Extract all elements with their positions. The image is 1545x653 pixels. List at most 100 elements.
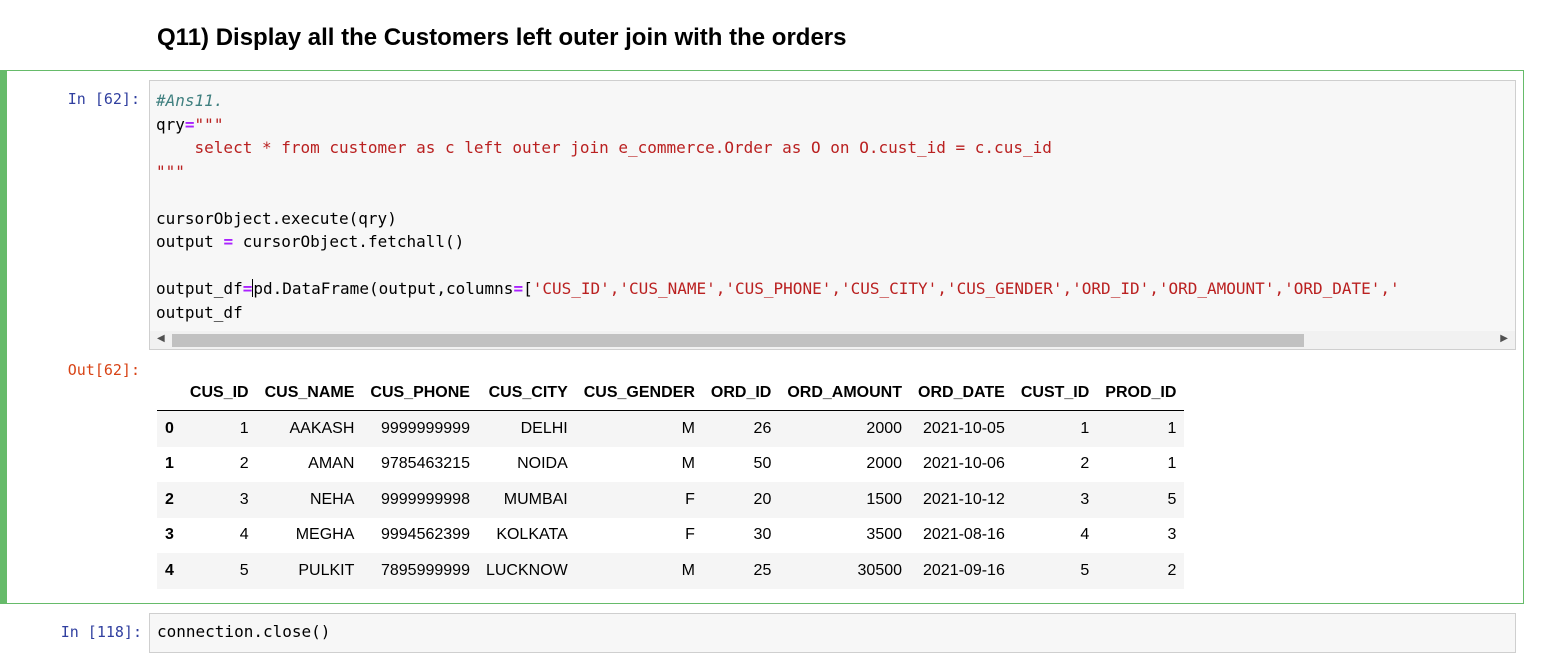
table-cell: F [685,490,695,508]
table-cell: 9785463215 [380,455,470,473]
table-cell: 1 [1167,455,1177,473]
table-cell: 50 [753,455,772,473]
table-cell: 2 [1167,561,1177,579]
column-header: CUS_NAME [256,376,363,411]
table-cell: 2 [1080,455,1090,473]
next-code-cell[interactable]: connection.close() [149,613,1516,653]
table-cell: 4 [239,526,249,544]
scroll-left-arrow-icon[interactable]: ◀ [157,333,165,344]
table-cell: 1 [1080,419,1090,437]
table-row: 2 3 NEHA 9999999998 MUMBAI F 20 1500 2021-10-12 3… [157,482,1185,518]
table-cell: M [681,455,695,473]
table-cell: 2021-10-06 [923,455,1005,473]
code-operator: = [223,232,234,251]
table-cell: 3 [239,490,249,508]
code-token: p [253,279,263,298]
table-cell: 2021-10-05 [923,419,1005,437]
table-row: 0 1 AAKASH 9999999999 DELHI M 26 2000 2021-10-05… [157,410,1185,447]
code-token: cursorObject.fetchall() [233,232,465,251]
column-header: ORD_AMOUNT [779,376,911,411]
column-header: ORD_DATE [910,376,1013,411]
horizontal-scrollbar[interactable]: ◀ ▶ [150,331,1515,349]
code-token: output [156,232,224,251]
code-line: cursorObject.execute(qry) [156,208,397,228]
scrollbar-thumb[interactable] [172,334,1304,347]
table-cell: 25 [753,561,772,579]
table-cell: AAKASH [289,419,355,437]
table-cell: NOIDA [517,455,568,473]
column-header: PROD_ID [1097,376,1185,411]
column-header [157,376,182,411]
row-index: 0 [165,419,174,437]
code-string: 'CUS_ID','CUS_NAME','CUS_PHONE','CUS_CIT… [532,279,1400,298]
section-heading: Q11) Display all the Customers left oute… [157,24,847,51]
table-row: 1 2 AMAN 9785463215 NOIDA M 50 2000 2021-10-06 2 1 [157,447,1184,483]
table-cell: 1 [1167,419,1177,437]
cell-selection-bar [0,70,7,604]
column-header: CUS_PHONE [362,376,478,411]
column-header: ORD_ID [702,376,780,411]
table-cell: 2000 [866,455,903,473]
table-cell: F [685,526,695,544]
table-cell: DELHI [520,419,568,437]
scroll-right-arrow-icon[interactable]: ▶ [1500,333,1508,344]
table-header-row: CUS_ID CUS_NAME CUS_PHONE CUS_CITY CUS_GENDE… [157,376,1185,411]
table-cell: 9999999998 [380,490,470,508]
code-token: [ [523,279,533,298]
code-editor[interactable]: #Ans11. qry=""" select * from customer a… [149,80,1516,350]
table-cell: M [681,561,695,579]
row-index: 2 [165,490,174,508]
code-text[interactable]: #Ans11. qry=""" select * from customer a… [156,89,1400,324]
table-cell: 9994562399 [380,526,470,544]
table-cell: LUCKNOW [485,561,568,579]
code-token: qry [156,114,185,134]
table-cell: 1500 [866,490,903,508]
table-cell: 5 [239,561,249,579]
table-cell: 9999999999 [380,419,470,437]
code-token: d.DataFrame(output,columns [262,279,514,298]
table-cell: NEHA [309,490,355,508]
code-operator: = [242,279,253,298]
table-cell: 5 [1080,561,1090,579]
code-comment: #Ans11. [156,91,224,110]
table-cell: 2021-10-12 [923,490,1005,508]
code-token: output_df [156,279,243,298]
table-cell: 2 [239,455,249,473]
table-cell: 5 [1167,490,1177,508]
table-cell: 4 [1080,526,1090,544]
table-cell: 30 [753,526,772,544]
input-prompt: In [62]: [67,90,140,108]
row-index: 1 [165,455,174,473]
code-sql-query: select * from customer as c left outer j… [156,138,1052,157]
output-prompt: Out[62]: [67,361,140,379]
code-line: output_df [156,302,243,322]
column-header: CUS_CITY [477,376,576,411]
table-cell: MEGHA [295,526,355,544]
code-string: """ [156,161,185,181]
next-input-prompt: In [118]: [60,623,142,641]
table-cell: 2021-09-16 [923,561,1005,579]
table-cell: KOLKATA [496,526,568,544]
table-cell: 2021-08-16 [923,526,1005,544]
table-cell: M [681,419,695,437]
row-index: 4 [165,561,174,579]
table-cell: 26 [753,419,772,437]
code-string: """ [194,114,224,134]
table-cell: 20 [753,490,772,508]
table-cell: 2000 [866,419,903,437]
table-cell: 3500 [866,526,903,544]
table-cell: 30500 [857,561,903,579]
column-header: CUST_ID [1012,376,1098,411]
table-cell: MUMBAI [503,490,568,508]
dataframe-table: CUS_ID CUS_NAME CUS_PHONE CUS_CITY CUS_GENDE… [157,376,1185,589]
table-cell: AMAN [308,455,355,473]
code-operator: = [184,114,195,134]
table-cell: 1 [239,419,249,437]
next-code-text[interactable]: connection.close() [157,622,330,641]
table-row: 3 4 MEGHA 9994562399 KOLKATA F 30 3500 2021-08-1… [157,518,1184,554]
table-cell: 3 [1080,490,1090,508]
row-index: 3 [165,526,174,544]
column-header: CUS_ID [181,376,257,411]
table-cell: 7895999999 [380,561,470,579]
table-row: 4 5 PULKIT 7895999999 LUCKNOW M 25 30500 2021-09… [157,553,1185,589]
